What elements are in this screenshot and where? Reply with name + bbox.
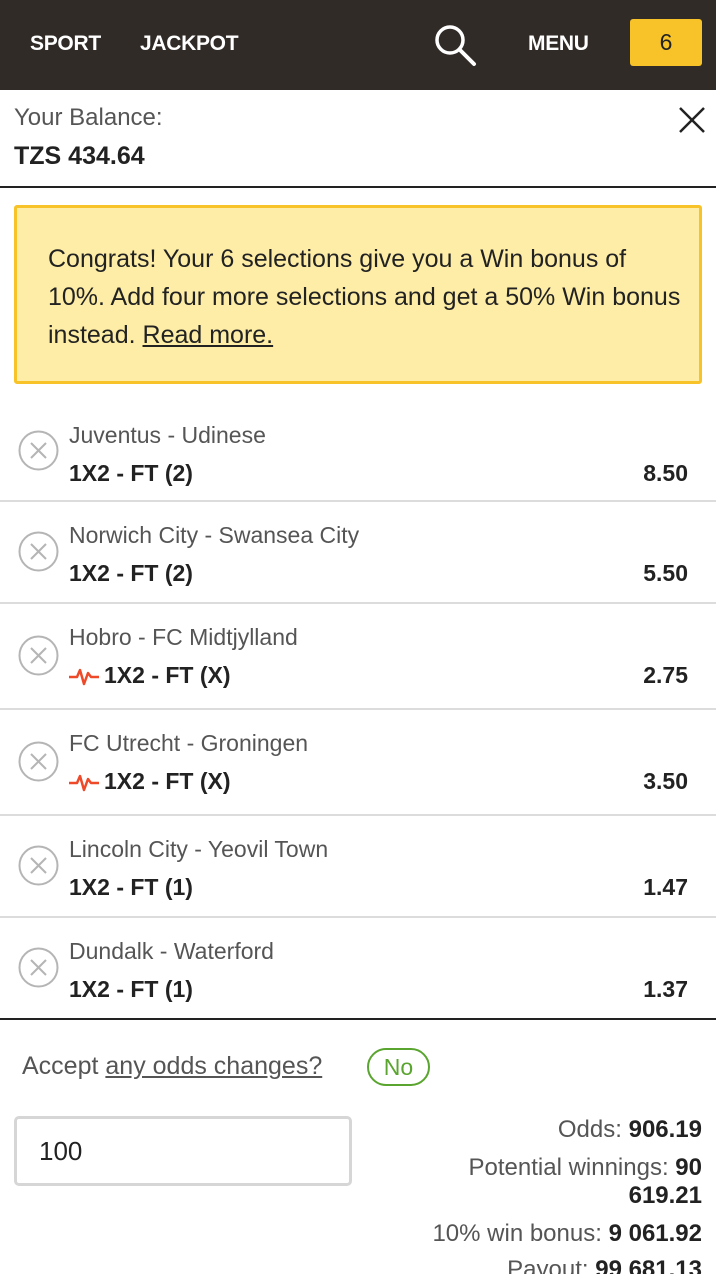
close-betslip-button[interactable] <box>676 104 708 136</box>
live-pulse-icon <box>69 774 99 792</box>
balance-section: Your Balance: TZS 434.64 <box>0 90 716 188</box>
remove-selection-button[interactable] <box>18 430 59 471</box>
selection-odds: 3.50 <box>643 768 688 794</box>
win-bonus-text: Congrats! Your 6 selections give you a W… <box>48 240 688 354</box>
potential-winnings-row: Potential winnings: 90 <box>469 1154 703 1182</box>
remove-selection-button[interactable] <box>18 947 59 988</box>
match-name: Hobro - FC Midtjylland <box>69 624 298 650</box>
potential-winnings-value-part1: 90 <box>675 1154 702 1181</box>
remove-selection-button[interactable] <box>18 531 59 572</box>
selection-item: Dundalk - Waterford 1X2 - FT (1) 1.37 <box>0 918 716 1020</box>
match-name: Dundalk - Waterford <box>69 938 274 964</box>
remove-circle-icon <box>18 531 59 572</box>
match-name: Norwich City - Swansea City <box>69 522 360 548</box>
potential-winnings-label: Potential winnings: <box>468 1154 669 1181</box>
remove-selection-button[interactable] <box>18 741 59 782</box>
selection-item: Hobro - FC Midtjylland 1X2 - FT (X) 2.75 <box>0 604 716 710</box>
remove-circle-icon <box>18 430 59 471</box>
selection-item: FC Utrecht - Groningen 1X2 - FT (X) 3.50 <box>0 710 716 816</box>
odds-changes-link[interactable]: any odds changes? <box>105 1052 322 1080</box>
market-label: 1X2 - FT (X) <box>104 662 231 688</box>
remove-circle-icon <box>18 845 59 886</box>
remove-selection-button[interactable] <box>18 635 59 676</box>
selection-odds: 1.47 <box>643 874 688 900</box>
remove-circle-icon <box>18 741 59 782</box>
match-name: Lincoln City - Yeovil Town <box>69 836 329 862</box>
match-name: FC Utrecht - Groningen <box>69 730 309 756</box>
selection-odds: 5.50 <box>643 560 688 586</box>
potential-winnings-row-continued: 619.21 <box>629 1182 702 1210</box>
accept-odds-toggle[interactable]: No <box>367 1048 430 1086</box>
market-label: 1X2 - FT (X) <box>104 768 231 794</box>
balance-value: TZS 434.64 <box>14 142 145 170</box>
remove-selection-button[interactable] <box>18 845 59 886</box>
close-icon <box>679 107 705 133</box>
balance-label: Your Balance: <box>14 104 163 131</box>
selection-odds: 8.50 <box>643 460 688 486</box>
payout-value: 99 681.13 <box>595 1256 702 1274</box>
total-odds-row: Odds: 906.19 <box>558 1116 702 1144</box>
nav-sport-link[interactable]: SPORT <box>30 32 101 56</box>
selection-odds: 2.75 <box>643 662 688 688</box>
accept-odds-changes: Accept any odds changes? <box>22 1052 322 1081</box>
win-bonus-row: 10% win bonus: 9 061.92 <box>432 1220 702 1248</box>
read-more-link[interactable]: Read more. <box>143 321 274 349</box>
selection-odds: 1.37 <box>643 976 688 1002</box>
nav-jackpot-link[interactable]: JACKPOT <box>140 32 239 56</box>
search-button[interactable] <box>432 22 480 68</box>
live-pulse-icon <box>69 668 99 686</box>
selection-item: Juventus - Udinese 1X2 - FT (2) 8.50 <box>0 402 716 502</box>
stake-input[interactable] <box>14 1116 352 1186</box>
selection-item: Norwich City - Swansea City 1X2 - FT (2)… <box>0 502 716 604</box>
win-bonus-banner: Congrats! Your 6 selections give you a W… <box>14 205 702 384</box>
payout-row: Payout: 99 681.13 <box>507 1256 702 1274</box>
remove-circle-icon <box>18 947 59 988</box>
total-odds-label: Odds: <box>557 1116 622 1143</box>
top-navigation-bar: SPORT JACKPOT MENU 6 <box>0 0 716 90</box>
market-label: 1X2 - FT (1) <box>69 976 193 1002</box>
payout-label: Payout: <box>507 1256 589 1274</box>
remove-circle-icon <box>18 635 59 676</box>
menu-button[interactable]: MENU <box>528 32 589 56</box>
market-label: 1X2 - FT (2) <box>69 560 193 586</box>
betslip-count-badge[interactable]: 6 <box>630 19 702 66</box>
win-bonus-label: 10% win bonus: <box>432 1220 602 1247</box>
search-icon <box>435 25 476 66</box>
potential-winnings-value-part2: 619.21 <box>628 1182 702 1209</box>
selection-item: Lincoln City - Yeovil Town 1X2 - FT (1) … <box>0 816 716 918</box>
total-odds-value: 906.19 <box>628 1116 702 1143</box>
market-label: 1X2 - FT (1) <box>69 874 193 900</box>
win-bonus-value: 9 061.92 <box>608 1220 702 1247</box>
market-label: 1X2 - FT (2) <box>69 460 193 486</box>
match-name: Juventus - Udinese <box>69 422 266 448</box>
accept-odds-prefix: Accept <box>22 1052 99 1080</box>
